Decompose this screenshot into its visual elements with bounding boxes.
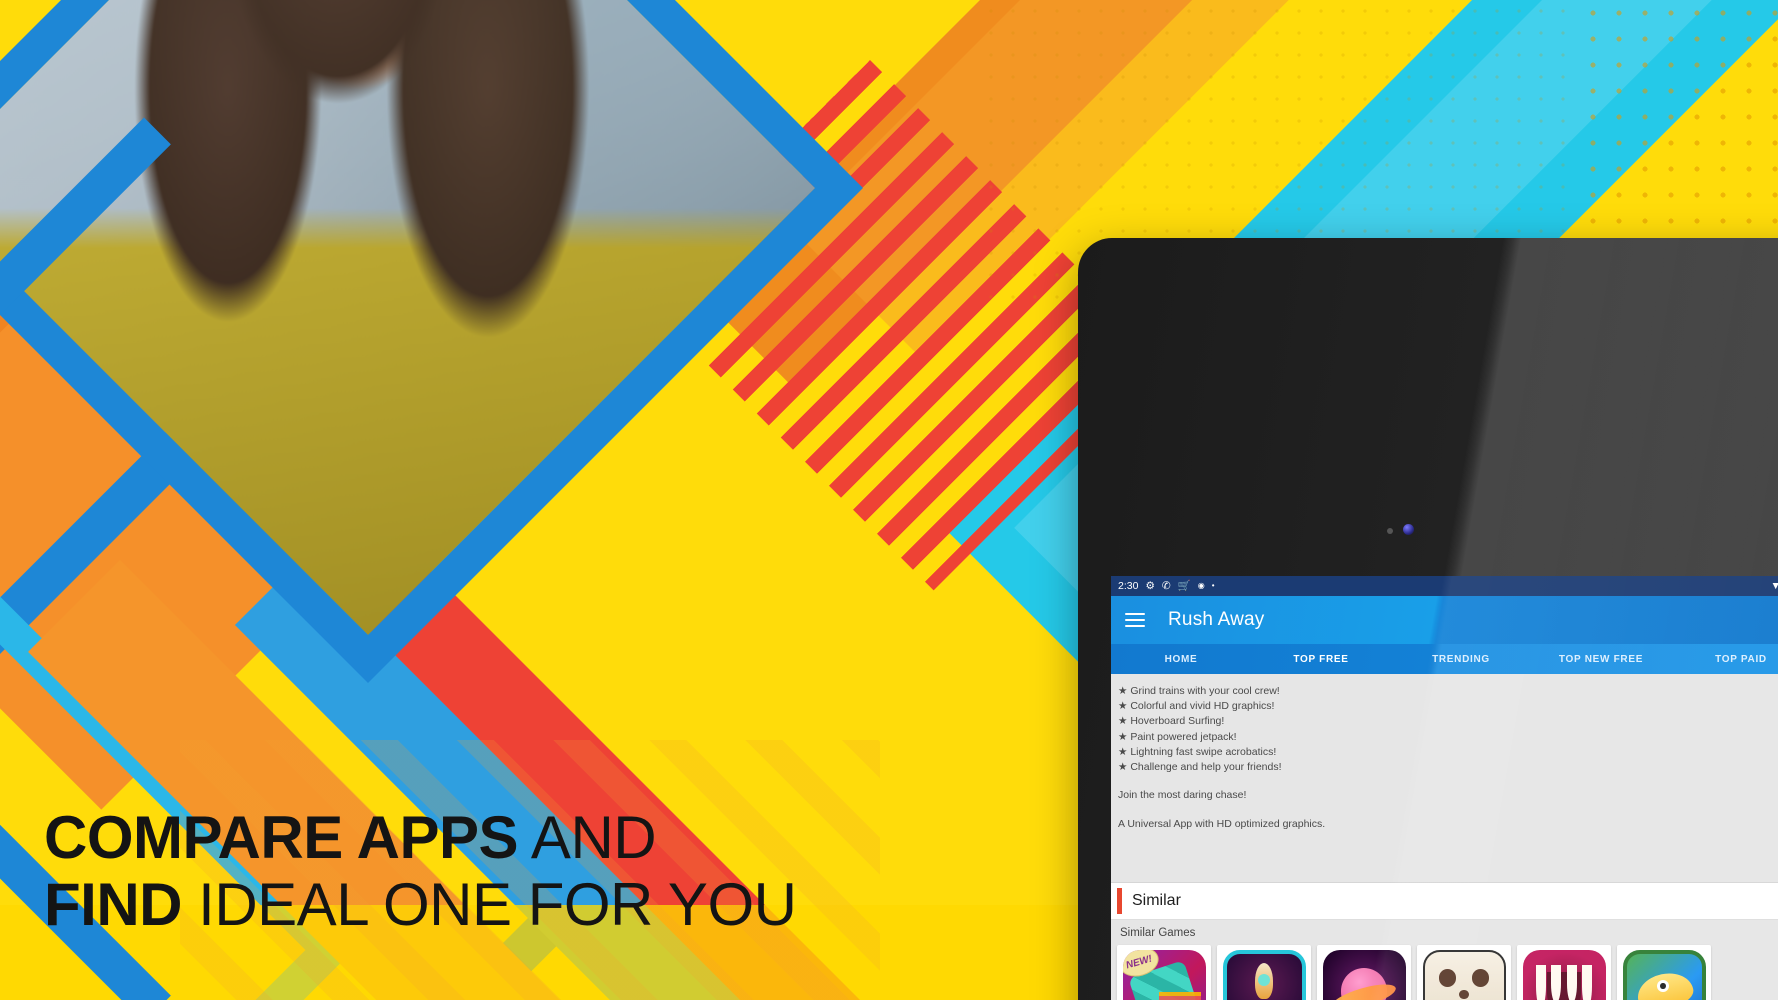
headline-light-2: IDEAL ONE FOR YOU — [181, 870, 797, 938]
app-card-star-candy[interactable]: Star Candy ★★★★★ 1,000,000+ 36M — [1317, 945, 1411, 1000]
tab-bar: HOME TOP FREE TRENDING TOP NEW FREE TOP … — [1111, 644, 1778, 674]
headline-light-1: AND — [518, 803, 657, 871]
description-bullet: ★ Grind trains with your cool crew! — [1118, 685, 1280, 697]
headline-strong-1: COMPARE APPS — [44, 803, 519, 871]
description-bullet: ★ Challenge and help your friends! — [1118, 761, 1282, 774]
similar-games-section: Similar Games NEW! Bubble Run ★★★★★ 100,… — [1111, 920, 1778, 1000]
description-paragraph-2: A Universal App with HD optimized graphi… — [1118, 817, 1326, 830]
description-bullet: ★ Hoverboard Surfing! — [1118, 715, 1225, 728]
star-candy-icon — [1322, 950, 1406, 1000]
dot-icon: • — [1211, 581, 1215, 590]
escape-run-icon — [1522, 950, 1606, 1000]
cart-icon: 🛒 — [1177, 579, 1191, 592]
tab-trending[interactable]: TRENDING — [1391, 654, 1531, 665]
status-right-group: ▼ ◢ — [1771, 581, 1778, 592]
tab-home[interactable]: HOME — [1111, 654, 1251, 665]
circle-icon: ◉ — [1197, 581, 1205, 590]
sensor-icon — [1387, 528, 1393, 534]
page-title: Rush Away — [1168, 609, 1265, 630]
app-card-bubble-run[interactable]: NEW! Bubble Run ★★★★★ 100,000+ 36M — [1117, 945, 1211, 1000]
gear-icon: ⚙ — [1145, 579, 1155, 592]
description-bullet: ★ Lightning fast swipe acrobatics! — [1118, 745, 1277, 758]
promo-headline: COMPARE APPS AND FIND IDEAL ONE FOR YOU — [44, 804, 797, 938]
app-card-old-mans[interactable]: Old Mans ★★★★★ 100,000+ 32M — [1417, 945, 1511, 1000]
description-bullet: ★ Colorful and vivid HD graphics! — [1118, 700, 1275, 713]
hamburger-icon[interactable] — [1125, 613, 1145, 627]
device-screen: 2:30 ⚙ ✆ 🛒 ◉ • ▼ ◢ Rush Away HOME TOP FR… — [1111, 576, 1778, 1000]
description-paragraph-1: Join the most daring chase! — [1118, 789, 1247, 802]
app-card-row[interactable]: NEW! Bubble Run ★★★★★ 100,000+ 36M — [1111, 945, 1778, 1000]
tab-top-paid[interactable]: TOP PAID — [1671, 654, 1778, 665]
app-card-rocket-rush[interactable]: Rocket Rush ★★★★ 1,000,000+ 32M — [1217, 945, 1311, 1000]
old-mans-icon — [1422, 950, 1506, 1000]
app-bar: Rush Away — [1111, 596, 1778, 644]
headline-line-1: COMPARE APPS AND — [44, 804, 796, 871]
app-card-escape-run[interactable]: Escape Run ★★★★ 100,000+ 71M — [1517, 945, 1611, 1000]
app-description: ★ Grind trains with your cool crew! ★ Co… — [1111, 674, 1778, 882]
status-time: 2:30 — [1118, 580, 1139, 592]
similar-section-header: Similar — [1111, 882, 1778, 920]
bubble-run-icon: NEW! — [1122, 950, 1206, 1000]
accent-bar — [1117, 888, 1122, 914]
tab-top-free[interactable]: TOP FREE — [1251, 654, 1391, 665]
headline-strong-2: FIND — [44, 870, 182, 938]
wifi-icon: ▼ — [1770, 579, 1778, 592]
app-card-banana[interactable]: Banana Kong ★★★ 1,000,000+ 48M — [1617, 945, 1711, 1000]
banana-icon — [1622, 950, 1706, 1000]
section-label: Similar Games — [1120, 927, 1196, 939]
headline-line-2: FIND IDEAL ONE FOR YOU — [44, 870, 797, 938]
tablet-device: 2:30 ⚙ ✆ 🛒 ◉ • ▼ ◢ Rush Away HOME TOP FR… — [1078, 238, 1778, 1000]
description-bullet: ★ Paint powered jetpack! — [1118, 730, 1237, 743]
front-camera-icon — [1403, 524, 1414, 535]
rocket-rush-icon — [1222, 950, 1306, 1000]
similar-title: Similar — [1132, 892, 1181, 909]
call-icon: ✆ — [1161, 579, 1171, 592]
tab-top-new-free[interactable]: TOP NEW FREE — [1531, 654, 1671, 665]
status-bar: 2:30 ⚙ ✆ 🛒 ◉ • ▼ ◢ — [1111, 576, 1778, 596]
